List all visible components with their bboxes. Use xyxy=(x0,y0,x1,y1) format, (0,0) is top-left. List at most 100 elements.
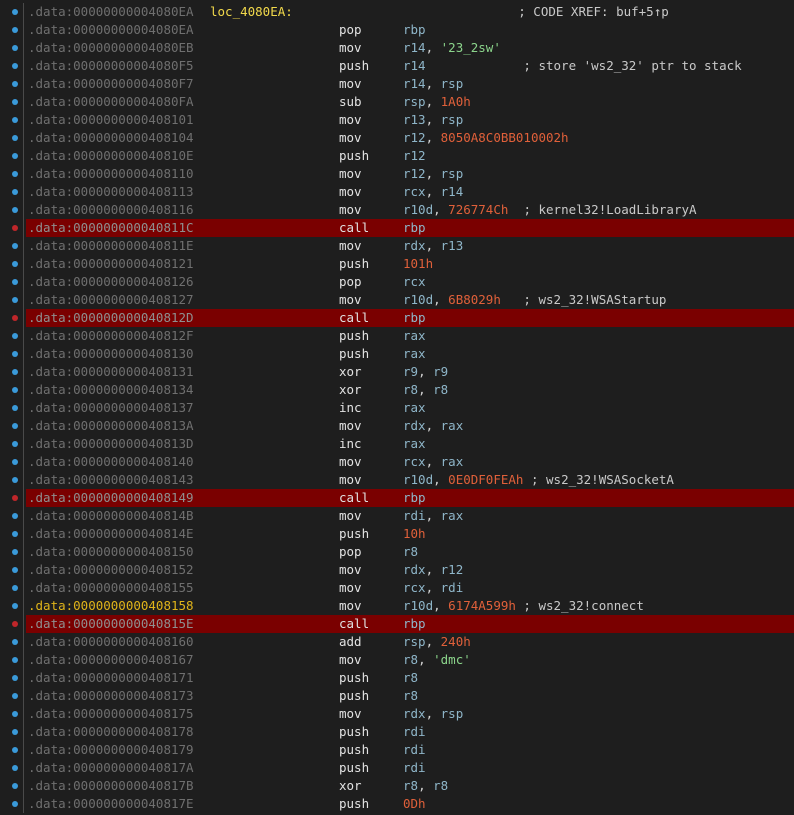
instruction-row[interactable]: .data:0000000000408131 xor r9, r9 xyxy=(0,363,794,381)
instruction-row[interactable]: .data:000000000040814B mov rdi, rax xyxy=(0,507,794,525)
numeric-operand[interactable]: 0E0DF0FEAh xyxy=(448,472,523,487)
instruction-row[interactable]: .data:0000000000408171 push r8 xyxy=(0,669,794,687)
instruction-row[interactable]: .data:0000000000408178 push rdi xyxy=(0,723,794,741)
mnemonic[interactable]: push xyxy=(339,669,369,687)
address[interactable]: .data:000000000040813A xyxy=(28,417,194,435)
breakpoint-dot-icon[interactable] xyxy=(12,621,18,627)
address[interactable]: .data:0000000000408131 xyxy=(28,363,194,381)
mnemonic[interactable]: mov xyxy=(339,651,362,669)
instruction-row[interactable]: .data:000000000040812F push rax xyxy=(0,327,794,345)
code-label[interactable]: loc_4080EA: xyxy=(210,3,293,21)
address[interactable]: .data:000000000040810E xyxy=(28,147,194,165)
mnemonic[interactable]: push xyxy=(339,795,369,813)
mnemonic[interactable]: push xyxy=(339,741,369,759)
gutter-dot-icon[interactable] xyxy=(12,603,18,609)
gutter[interactable] xyxy=(0,669,26,687)
gutter[interactable] xyxy=(0,291,26,309)
register-operand[interactable]: r10d xyxy=(403,292,433,307)
register-operand[interactable]: r8 xyxy=(433,778,448,793)
gutter-dot-icon[interactable] xyxy=(12,675,18,681)
numeric-operand[interactable]: 1A0h xyxy=(441,94,471,109)
address[interactable]: .data:00000000004080F5 xyxy=(28,57,194,75)
gutter-dot-icon[interactable] xyxy=(12,585,18,591)
address[interactable]: .data:0000000000408173 xyxy=(28,687,194,705)
address[interactable]: .data:0000000000408160 xyxy=(28,633,194,651)
mnemonic[interactable]: push xyxy=(339,327,369,345)
instruction-row[interactable]: .data:0000000000408173 push r8 xyxy=(0,687,794,705)
mnemonic[interactable]: call xyxy=(339,219,369,237)
gutter-dot-icon[interactable] xyxy=(12,729,18,735)
register-operand[interactable]: r12 xyxy=(403,130,426,145)
instruction-row[interactable]: .data:000000000040813A mov rdx, rax xyxy=(0,417,794,435)
gutter-dot-icon[interactable] xyxy=(12,441,18,447)
breakpoint-dot-icon[interactable] xyxy=(12,225,18,231)
register-operand[interactable]: r12 xyxy=(403,148,426,163)
instruction-row[interactable]: .data:0000000000408160 add rsp, 240h xyxy=(0,633,794,651)
gutter-dot-icon[interactable] xyxy=(12,765,18,771)
gutter[interactable] xyxy=(0,723,26,741)
address[interactable]: .data:00000000004080FA xyxy=(28,93,194,111)
address[interactable]: .data:0000000000408158 xyxy=(28,597,194,615)
breakpoint-row[interactable]: .data:000000000040811C call rbp xyxy=(0,219,794,237)
instruction-row[interactable]: .data:0000000000408130 push rax xyxy=(0,345,794,363)
address[interactable]: .data:0000000000408101 xyxy=(28,111,194,129)
instruction-row[interactable]: .data:0000000000408167 mov r8, 'dmc' xyxy=(0,651,794,669)
address[interactable]: .data:0000000000408134 xyxy=(28,381,194,399)
register-operand[interactable]: rdx xyxy=(403,562,426,577)
register-operand[interactable]: rax xyxy=(403,436,426,451)
mnemonic[interactable]: mov xyxy=(339,201,362,219)
instruction-row[interactable]: .data:0000000000408101 mov r13, rsp xyxy=(0,111,794,129)
gutter-dot-icon[interactable] xyxy=(12,747,18,753)
gutter[interactable] xyxy=(0,741,26,759)
register-operand[interactable]: rcx xyxy=(403,274,426,289)
register-operand[interactable]: r8 xyxy=(403,670,418,685)
register-operand[interactable]: rcx xyxy=(403,184,426,199)
gutter-dot-icon[interactable] xyxy=(12,405,18,411)
register-operand[interactable]: rdi xyxy=(403,760,426,775)
gutter[interactable] xyxy=(0,129,26,147)
mnemonic[interactable]: push xyxy=(339,147,369,165)
gutter[interactable] xyxy=(0,219,26,237)
address[interactable]: .data:0000000000408152 xyxy=(28,561,194,579)
gutter[interactable] xyxy=(0,273,26,291)
gutter-dot-icon[interactable] xyxy=(12,153,18,159)
mnemonic[interactable]: sub xyxy=(339,93,362,111)
mnemonic[interactable]: push xyxy=(339,759,369,777)
gutter-dot-icon[interactable] xyxy=(12,459,18,465)
mnemonic[interactable]: push xyxy=(339,255,369,273)
register-operand[interactable]: rdx xyxy=(403,238,426,253)
address[interactable]: .data:0000000000408140 xyxy=(28,453,194,471)
address[interactable]: .data:000000000040811E xyxy=(28,237,194,255)
register-operand[interactable]: r10d xyxy=(403,202,433,217)
gutter-dot-icon[interactable] xyxy=(12,261,18,267)
gutter-dot-icon[interactable] xyxy=(12,387,18,393)
register-operand[interactable]: rsp xyxy=(403,634,426,649)
instruction-row[interactable]: .data:0000000000408121 push 101h xyxy=(0,255,794,273)
gutter-dot-icon[interactable] xyxy=(12,693,18,699)
register-operand[interactable]: r8 xyxy=(403,544,418,559)
mnemonic[interactable]: push xyxy=(339,525,369,543)
mnemonic[interactable]: pop xyxy=(339,543,362,561)
address[interactable]: .data:00000000004080F7 xyxy=(28,75,194,93)
gutter-dot-icon[interactable] xyxy=(12,801,18,807)
gutter[interactable] xyxy=(0,165,26,183)
mnemonic[interactable]: inc xyxy=(339,435,362,453)
register-operand[interactable]: r14 xyxy=(403,76,426,91)
address[interactable]: .data:000000000040817E xyxy=(28,795,194,813)
instruction-row[interactable]: .data:000000000040813D inc rax xyxy=(0,435,794,453)
mnemonic[interactable]: xor xyxy=(339,381,362,399)
register-operand[interactable]: rax xyxy=(441,454,464,469)
instruction-row[interactable]: .data:000000000040811E mov rdx, r13 xyxy=(0,237,794,255)
register-operand[interactable]: rbp xyxy=(403,490,426,505)
register-operand[interactable]: rdx xyxy=(403,418,426,433)
mnemonic[interactable]: push xyxy=(339,345,369,363)
gutter[interactable] xyxy=(0,183,26,201)
register-operand[interactable]: r14 xyxy=(403,58,426,73)
instruction-row[interactable]: .data:0000000000408152 mov rdx, r12 xyxy=(0,561,794,579)
address[interactable]: .data:000000000040814B xyxy=(28,507,194,525)
gutter[interactable] xyxy=(0,57,26,75)
instruction-row[interactable]: .data:0000000000408116 mov r10d, 726774Ch … xyxy=(0,201,794,219)
mnemonic[interactable]: mov xyxy=(339,129,362,147)
instruction-row[interactable]: .data:0000000000408140 mov rcx, rax xyxy=(0,453,794,471)
string-operand[interactable]: 'dmc' xyxy=(433,652,471,667)
